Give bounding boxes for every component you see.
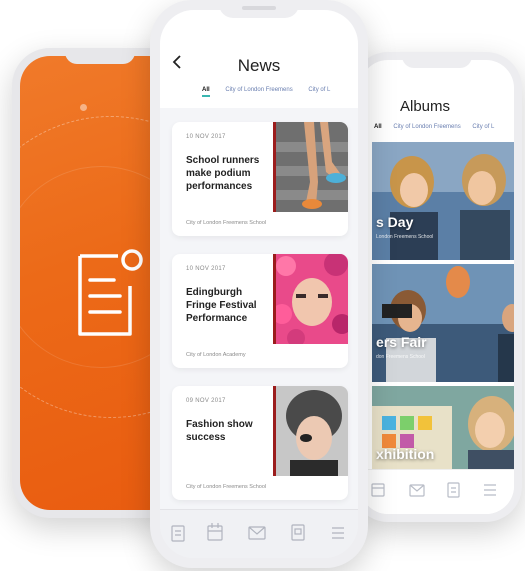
news-tab-city[interactable]: City of L [308, 87, 330, 93]
albums-title: Albums [400, 98, 451, 115]
news-tab-all[interactable]: All [202, 87, 210, 97]
news-phone: News All City of London Freemens City of… [150, 0, 368, 568]
news-screen: News All City of London Freemens City of… [160, 10, 358, 558]
news-source: City of London Freemens School [186, 484, 267, 490]
phone-speaker [242, 6, 276, 10]
news-thumbnail [273, 122, 348, 212]
phone-notch [402, 52, 472, 68]
albums-tab-freemens[interactable]: City of London Freemens [393, 124, 460, 130]
calendar-icon [371, 483, 385, 497]
albums-tab-all[interactable]: All [374, 124, 382, 130]
news-card[interactable]: 09 NOV 2017 Fashion show success City of… [172, 386, 348, 500]
album-photo [372, 142, 514, 260]
album-label: ers Fair [376, 334, 427, 350]
mail-icon [409, 484, 425, 497]
bottom-tab-bar [160, 509, 358, 558]
album-sub: don Freemens School [376, 354, 425, 360]
album-photo [372, 386, 514, 478]
album-label: s Day [376, 214, 414, 230]
news-thumbnail [273, 386, 348, 476]
document-icon [291, 524, 305, 541]
notification-document-icon [74, 246, 146, 347]
decorative-dot [80, 104, 87, 111]
news-source: City of London Academy [186, 352, 246, 358]
album-item[interactable]: xhibition [372, 386, 514, 478]
tabbar-icons [171, 523, 344, 542]
calendar-icon [207, 523, 223, 541]
albums-phone: Albums All City of London Freemens City … [352, 52, 522, 522]
album-label: xhibition [376, 446, 435, 462]
news-date: 10 NOV 2017 [186, 134, 226, 140]
document-icon [447, 482, 460, 498]
news-tab-bar: All City of London Freemens City of L [202, 87, 344, 97]
album-item[interactable]: ers Fair don Freemens School [372, 264, 514, 382]
mail-icon [248, 526, 266, 540]
albums-tab-city[interactable]: City of L [472, 124, 494, 130]
news-headline: Fashion show success [186, 419, 253, 443]
news-date: 10 NOV 2017 [186, 266, 226, 272]
album-sub: London Freemens School [376, 234, 434, 240]
album-photo [372, 264, 514, 382]
menu-icon [484, 484, 496, 496]
news-tab-freemens[interactable]: City of London Freemens [225, 87, 292, 93]
news-card[interactable]: 10 NOV 2017 School runners make podium p… [172, 122, 348, 236]
phone-notch [219, 0, 299, 18]
phone-notch [64, 48, 135, 64]
news-header: News All City of London Freemens City of… [160, 10, 358, 108]
news-icon [171, 525, 185, 542]
albums-screen: Albums All City of London Freemens City … [360, 60, 514, 514]
albums-tab-bar: All City of London Freemens City of L [374, 124, 504, 130]
news-thumbnail [273, 254, 348, 344]
album-item[interactable]: s Day London Freemens School [372, 142, 514, 260]
news-date: 09 NOV 2017 [186, 398, 226, 404]
news-card[interactable]: 10 NOV 2017 Edingburgh Fringe Festival P… [172, 254, 348, 368]
news-source: City of London Freemens School [186, 220, 267, 226]
page-title: News [237, 56, 281, 75]
news-headline: Edingburgh Fringe Festival Performance [186, 287, 257, 324]
albums-tab-bar-bottom [360, 469, 514, 514]
news-headline: School runners make podium performances [186, 155, 260, 192]
albums-tabbar-icons [371, 482, 496, 498]
menu-icon [332, 527, 344, 539]
